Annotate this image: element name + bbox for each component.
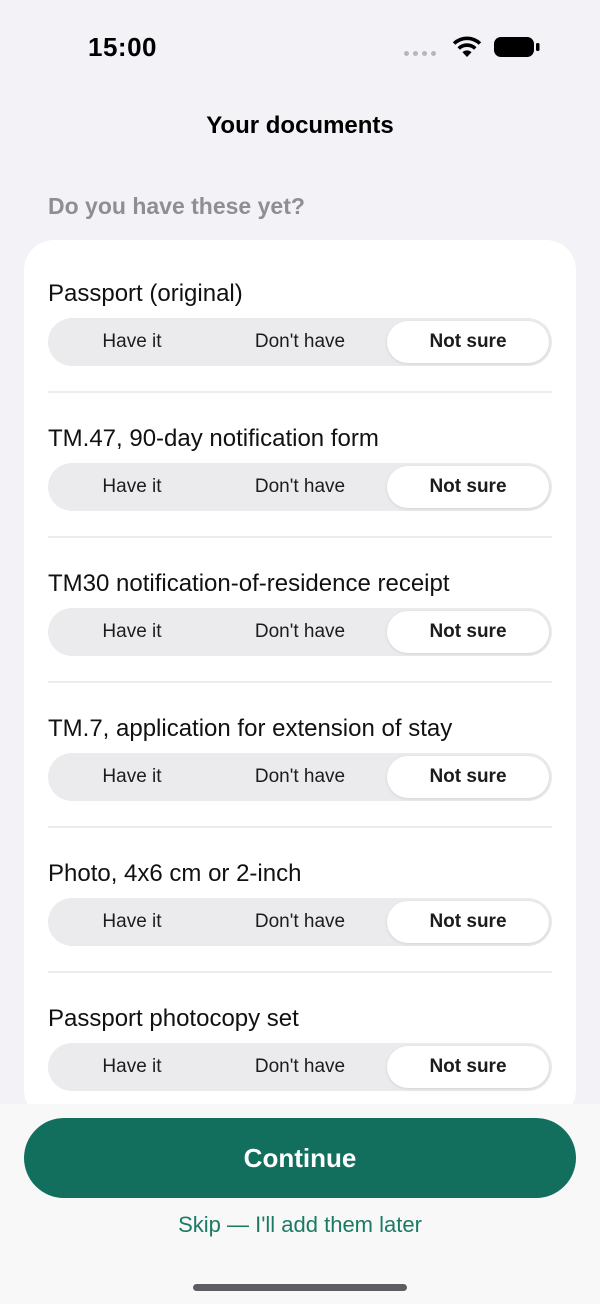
dont-have-option[interactable]: Don't have bbox=[216, 318, 384, 366]
document-title: Passport (original) bbox=[48, 280, 243, 307]
continue-button[interactable]: Continue bbox=[24, 1118, 576, 1198]
status-time: 15:00 bbox=[88, 32, 157, 62]
have-it-option[interactable]: Have it bbox=[48, 1043, 216, 1091]
not-sure-option[interactable]: Not sure bbox=[387, 1046, 549, 1088]
documents-card: Passport (original) Have it Don't have N… bbox=[24, 240, 576, 1120]
not-sure-option[interactable]: Not sure bbox=[387, 321, 549, 363]
have-it-option[interactable]: Have it bbox=[48, 898, 216, 946]
status-segmented-control: Have it Don't have Not sure bbox=[48, 753, 552, 801]
document-title: Photo, 4x6 cm or 2-inch bbox=[48, 860, 302, 887]
dont-have-option[interactable]: Don't have bbox=[216, 898, 384, 946]
document-item-photo: Photo, 4x6 cm or 2-inch Have it Don't ha… bbox=[48, 828, 552, 973]
dont-have-option[interactable]: Don't have bbox=[216, 753, 384, 801]
document-title: Passport photocopy set bbox=[48, 1005, 299, 1032]
home-indicator[interactable] bbox=[193, 1284, 407, 1291]
section-label: Do you have these yet? bbox=[48, 193, 305, 219]
status-segmented-control: Have it Don't have Not sure bbox=[48, 463, 552, 511]
dont-have-option[interactable]: Don't have bbox=[216, 463, 384, 511]
signal-dots-icon bbox=[404, 50, 436, 56]
status-segmented-control: Have it Don't have Not sure bbox=[48, 1043, 552, 1091]
page-title: Your documents bbox=[206, 112, 394, 139]
dont-have-option[interactable]: Don't have bbox=[216, 608, 384, 656]
document-title: TM.47, 90-day notification form bbox=[48, 425, 379, 452]
not-sure-option[interactable]: Not sure bbox=[387, 901, 549, 943]
status-segmented-control: Have it Don't have Not sure bbox=[48, 608, 552, 656]
document-item-photocopy-set: Passport photocopy set Have it Don't hav… bbox=[48, 973, 552, 1118]
status-bar: 15:00 bbox=[0, 0, 600, 96]
skip-link[interactable]: Skip — I'll add them later bbox=[0, 1212, 600, 1238]
footer: Continue Skip — I'll add them later bbox=[0, 1104, 600, 1304]
document-item-tm30: TM30 notification-of-residence receipt H… bbox=[48, 538, 552, 683]
not-sure-option[interactable]: Not sure bbox=[387, 756, 549, 798]
battery-icon bbox=[494, 37, 540, 57]
document-title: TM.7, application for extension of stay bbox=[48, 715, 453, 742]
status-segmented-control: Have it Don't have Not sure bbox=[48, 898, 552, 946]
document-item-tm7: TM.7, application for extension of stay … bbox=[48, 683, 552, 828]
dont-have-option[interactable]: Don't have bbox=[216, 1043, 384, 1091]
wifi-icon bbox=[452, 36, 482, 57]
document-title: TM30 notification-of-residence receipt bbox=[48, 570, 450, 597]
not-sure-option[interactable]: Not sure bbox=[387, 611, 549, 653]
status-icons bbox=[404, 36, 540, 58]
document-item-tm47: TM.47, 90-day notification form Have it … bbox=[48, 393, 552, 538]
have-it-option[interactable]: Have it bbox=[48, 463, 216, 511]
document-item-passport-original: Passport (original) Have it Don't have N… bbox=[48, 248, 552, 393]
status-segmented-control: Have it Don't have Not sure bbox=[48, 318, 552, 366]
not-sure-option[interactable]: Not sure bbox=[387, 466, 549, 508]
have-it-option[interactable]: Have it bbox=[48, 608, 216, 656]
have-it-option[interactable]: Have it bbox=[48, 753, 216, 801]
have-it-option[interactable]: Have it bbox=[48, 318, 216, 366]
